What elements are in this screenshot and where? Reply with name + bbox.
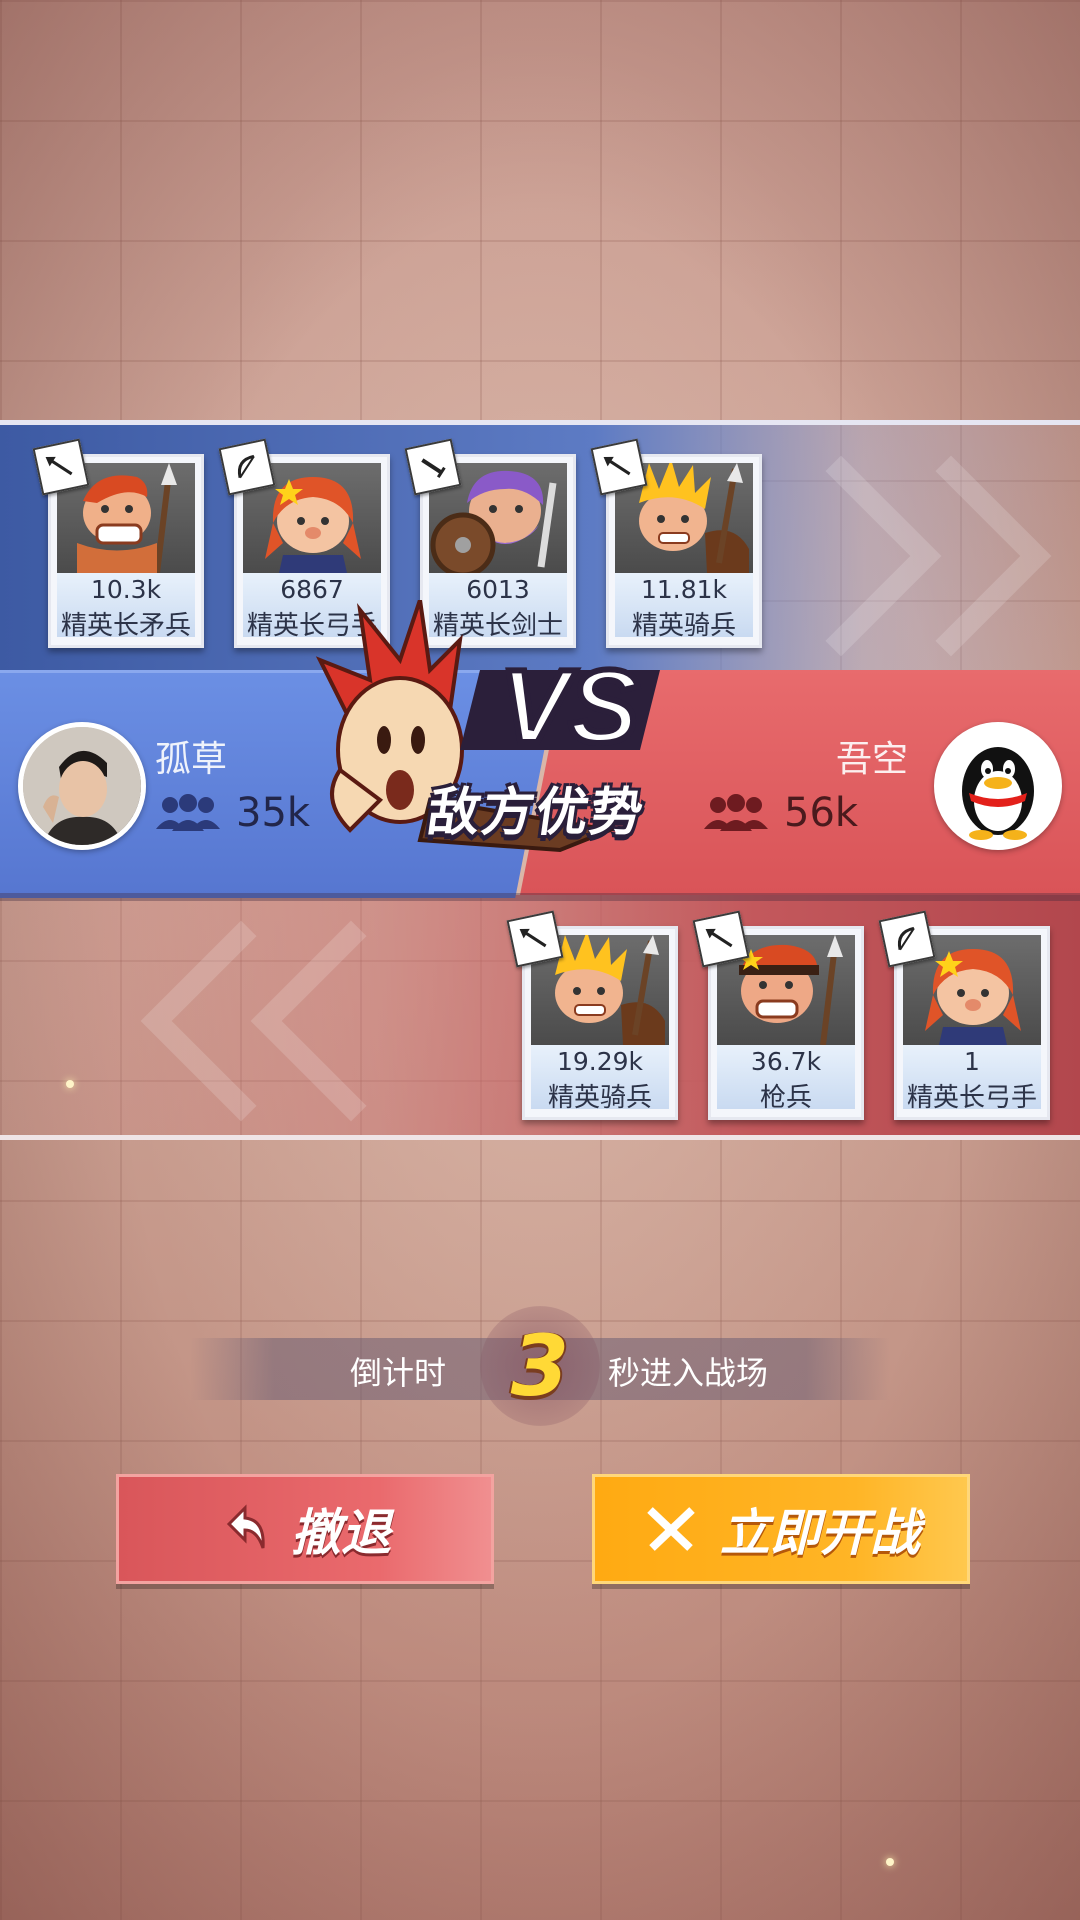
countdown-number: 3 <box>480 1306 600 1426</box>
ally-power-value: 35k <box>236 790 311 836</box>
enemy-unit-card[interactable]: 36.7k 枪兵 <box>692 910 864 1120</box>
unit-power: 1 <box>964 1047 980 1076</box>
unit-name: 枪兵 <box>759 1083 812 1113</box>
spear-icon <box>32 438 90 496</box>
ally-player-name: 孤草 <box>155 739 228 780</box>
countdown-prefix: 倒计时 <box>350 1354 447 1392</box>
spear-icon <box>692 910 750 968</box>
troops-icon <box>704 794 768 831</box>
advantage-banner: 敌方优势 <box>423 783 649 843</box>
ally-unit-card[interactable]: 10.3k 精英长矛兵 <box>32 438 204 648</box>
unit-power: 19.29k <box>556 1047 644 1076</box>
penguin-icon <box>939 727 1057 845</box>
chevron-decoration <box>850 455 1052 657</box>
start-battle-button[interactable]: 立即开战 <box>592 1474 970 1584</box>
enemy-unit-card[interactable]: 19.29k 精英骑兵 <box>506 910 678 1120</box>
retreat-button[interactable]: 撤退 <box>116 1474 494 1584</box>
crossed-swords-icon <box>647 1507 695 1551</box>
chevron-decoration <box>250 920 452 1122</box>
ally-avatar[interactable] <box>18 722 146 850</box>
sparkle <box>66 1080 74 1088</box>
enemy-power-value: 56k <box>784 790 859 836</box>
bow-icon <box>878 910 936 968</box>
sparkle <box>886 1858 894 1866</box>
unit-name: 精英骑兵 <box>547 1083 652 1113</box>
unit-name: 精英长矛兵 <box>60 611 191 641</box>
unit-name: 精英长弓手 <box>906 1083 1037 1113</box>
bow-icon <box>218 438 276 496</box>
spear-icon <box>506 910 564 968</box>
unit-power: 36.7k <box>750 1047 822 1076</box>
ally-power: 35k <box>152 790 310 836</box>
sword-icon <box>404 438 462 496</box>
enemy-unit-card[interactable]: 1 精英长弓手 <box>878 910 1050 1120</box>
spear-icon <box>590 438 648 496</box>
retreat-label: 撤退 <box>291 1504 391 1562</box>
vs-text: VS <box>500 649 639 765</box>
back-arrow-icon <box>226 1504 265 1549</box>
enemy-avatar[interactable] <box>934 722 1062 850</box>
enemy-power: 56k <box>700 790 858 836</box>
start-battle-label: 立即开战 <box>720 1504 920 1562</box>
countdown-suffix: 秒进入战场 <box>608 1354 769 1392</box>
enemy-player-name: 吾空 <box>836 739 909 780</box>
troops-icon <box>156 794 220 831</box>
unit-power: 10.3k <box>90 575 162 604</box>
